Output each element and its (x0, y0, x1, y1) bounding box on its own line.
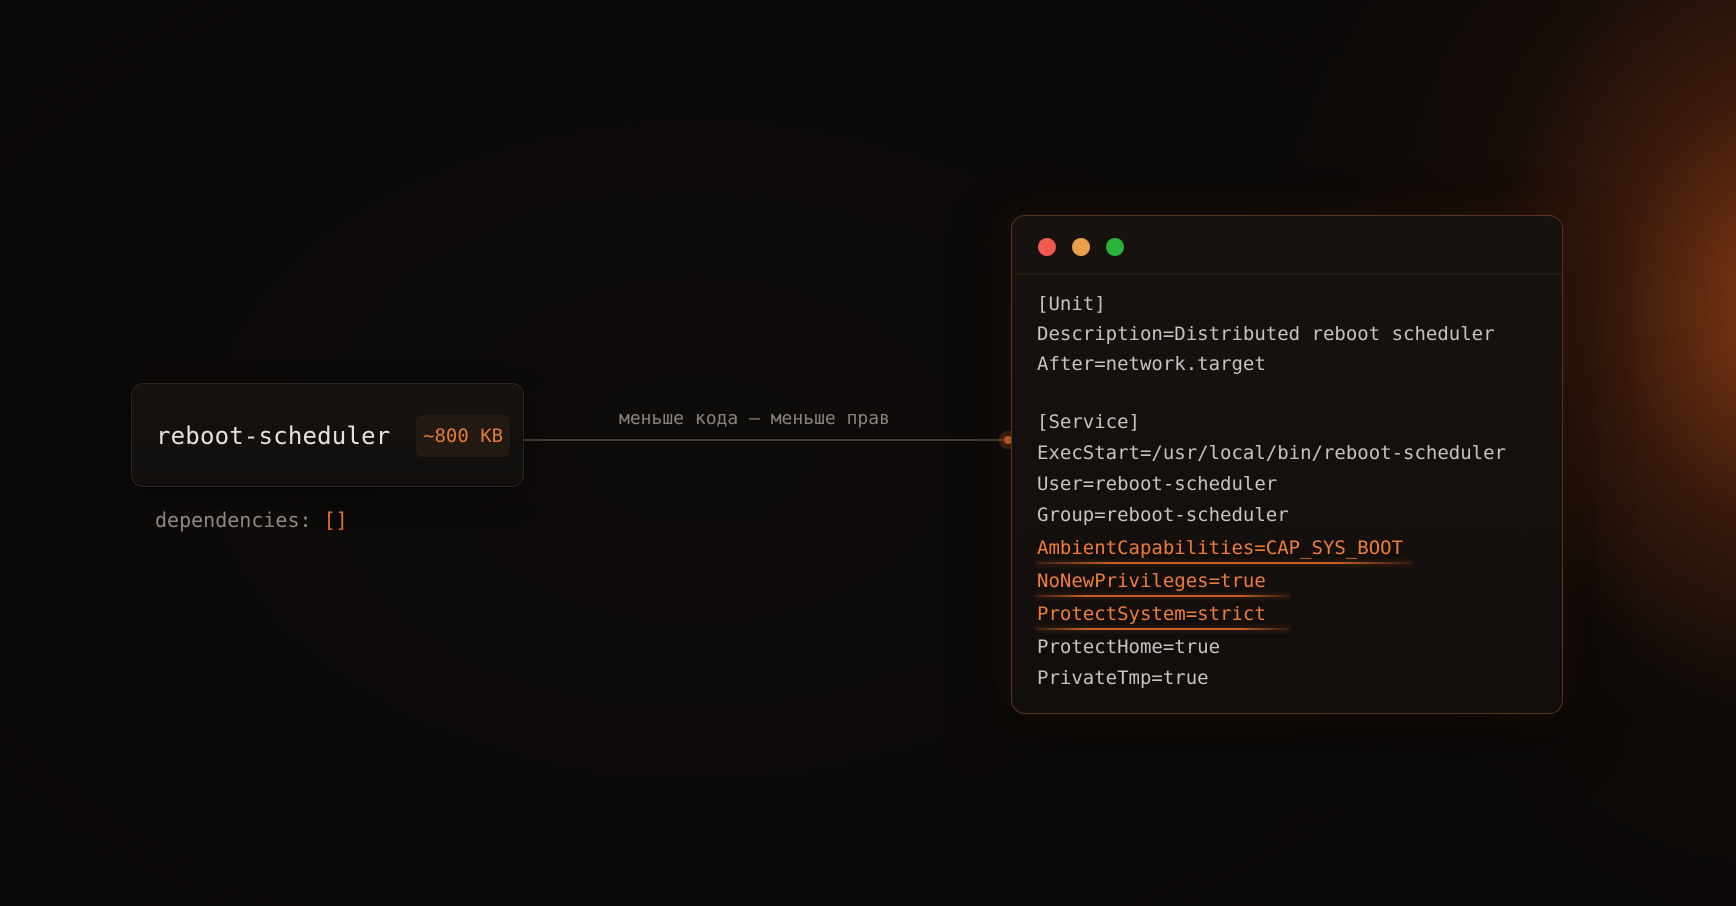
code-line: [Service] (1037, 411, 1140, 433)
highlight-underline (1035, 562, 1413, 564)
size-badge: ~800 KB (416, 415, 511, 457)
code-line: Description=Distributed reboot scheduler (1037, 323, 1495, 345)
code-line: Group=reboot-scheduler (1037, 504, 1289, 526)
connector-label: меньше кода — меньше прав (619, 408, 890, 429)
binary-name: reboot-scheduler (156, 422, 391, 450)
code-line: PrivateTmp=true (1037, 667, 1209, 689)
dependencies-value: [] (323, 508, 348, 532)
code-line-highlighted: NoNewPrivileges=true (1037, 570, 1266, 592)
highlight-underline (1035, 628, 1290, 630)
maximize-dot-icon[interactable] (1106, 238, 1124, 256)
highlight-underline (1035, 595, 1290, 597)
code-line-highlighted: AmbientCapabilities=CAP_SYS_BOOT (1037, 537, 1404, 559)
code-line-highlighted: ProtectSystem=strict (1037, 603, 1266, 625)
window-titlebar (1012, 216, 1562, 275)
dependencies-label: dependencies: (155, 508, 324, 532)
dependencies-line: dependencies: [] (155, 507, 348, 533)
code-line: [Unit] (1037, 293, 1106, 315)
code-line: ExecStart=/usr/local/bin/reboot-schedule… (1037, 442, 1506, 464)
code-line: User=reboot-scheduler (1037, 473, 1278, 495)
code-line: ProtectHome=true (1037, 636, 1221, 658)
minimize-dot-icon[interactable] (1072, 238, 1090, 256)
close-dot-icon[interactable] (1038, 238, 1056, 256)
binary-card: reboot-scheduler ~800 KB (131, 383, 524, 487)
unit-file-window: [Unit] Description=Distributed reboot sc… (1011, 215, 1563, 714)
code-line: After=network.target (1037, 353, 1266, 375)
